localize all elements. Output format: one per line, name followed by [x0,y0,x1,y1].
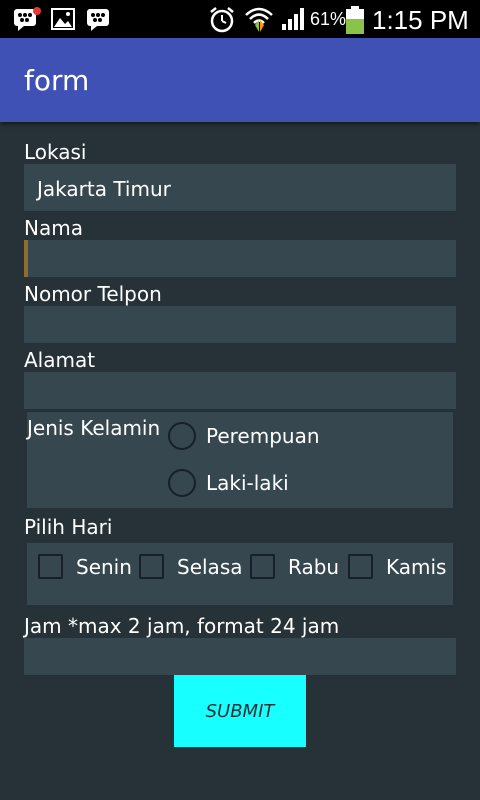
alarm-icon [210,7,234,33]
radio-label: Laki-laki [206,471,289,495]
jam-field[interactable] [24,638,456,675]
lokasi-label: Lokasi [24,140,87,164]
days-checkbox-group: Senin Selasa Rabu Kamis [27,543,453,605]
checkbox-icon [38,554,63,579]
radio-circle-icon [168,422,196,450]
checkbox-icon [250,554,275,579]
wifi-icon [245,7,273,32]
image-icon [51,8,75,30]
checkbox-label: Kamis [386,555,447,579]
submit-button[interactable]: SUBMIT [174,675,306,747]
checkbox-label: Rabu [288,555,340,579]
alamat-field[interactable] [24,372,456,409]
telpon-field[interactable] [24,306,456,343]
checkbox-label: Selasa [177,555,243,579]
gender-label: Jenis Kelamin [27,416,161,440]
lokasi-value: Jakarta Timur [37,177,171,201]
lokasi-field[interactable]: Jakarta Timur [24,164,456,211]
checkbox-label: Senin [76,555,132,579]
checkbox-icon [348,554,373,579]
signal-icon [282,8,304,30]
jam-label: Jam *max 2 jam, format 24 jam [24,614,340,638]
battery-percent: 61% [310,9,347,29]
radio-circle-icon [168,469,196,497]
bbm-notification-icon [14,7,41,31]
alamat-label: Alamat [24,348,96,372]
days-label: Pilih Hari [24,515,113,539]
nama-field[interactable] [24,240,456,277]
nama-label: Nama [24,216,83,240]
battery-icon [346,6,364,34]
clock: 1:15 PM [372,5,469,35]
app-title: form [24,64,90,97]
gender-radio-group: Jenis Kelamin Perempuan Laki-laki [27,412,453,508]
status-bar: 61% 1:15 PM [0,0,480,38]
checkbox-icon [139,554,164,579]
telpon-label: Nomor Telpon [24,282,162,306]
radio-label: Perempuan [206,424,320,448]
bbm-icon [87,9,109,31]
app-bar: form [0,38,480,122]
